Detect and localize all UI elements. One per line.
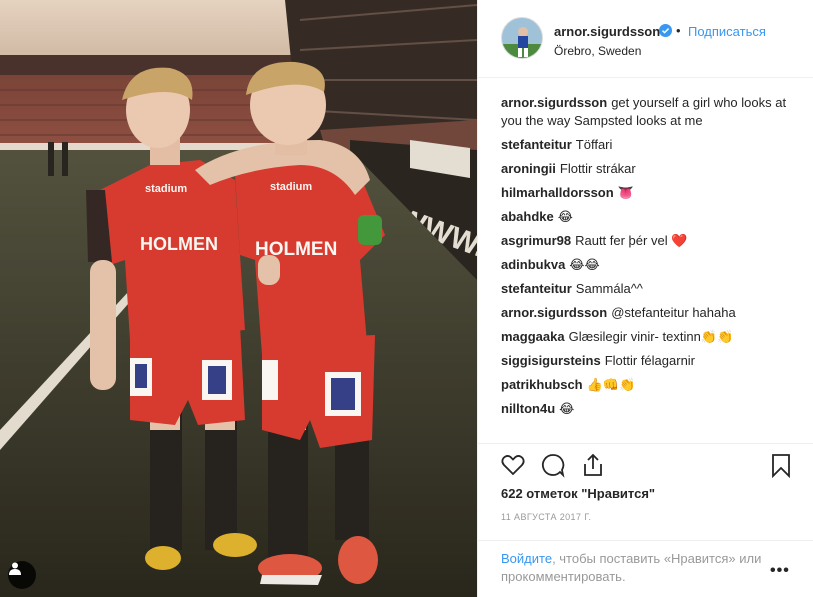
comment-username[interactable]: adinbukva	[501, 257, 565, 272]
comment-username[interactable]: hilmarhalldorsson	[501, 185, 614, 200]
login-prompt-text: Войдите, чтобы поставить «Нравится» или …	[501, 550, 771, 586]
comment-item: stefanteitur Sammála^^	[501, 280, 801, 298]
more-options-button[interactable]: •••	[770, 562, 790, 580]
comment-text: Flottir félagarnir	[604, 353, 696, 368]
user-icon	[9, 562, 21, 575]
bookmark-icon[interactable]	[768, 452, 794, 478]
verified-badge-icon	[659, 24, 672, 37]
comment-text: Flottir strákar	[559, 161, 636, 176]
likes-count[interactable]: 622 отметок "Нравится"	[501, 486, 655, 501]
post-photo[interactable]: WWW.LEDVE HOLMEN stadium	[0, 0, 477, 597]
comment-username[interactable]: aroningii	[501, 161, 556, 176]
comment-item: asgrimur98 Rautt fer þér vel ❤️	[501, 232, 801, 250]
avatar[interactable]	[501, 17, 543, 59]
comment-text: 😂	[559, 401, 575, 416]
comment-username[interactable]: stefanteitur	[501, 137, 572, 152]
comment-item: nillton4u 😂	[501, 400, 801, 418]
post-side-panel: arnor.sigurdsson • Подписаться Örebro, S…	[478, 0, 813, 597]
post-header: arnor.sigurdsson • Подписаться Örebro, S…	[478, 0, 813, 78]
comment-item: hilmarhalldorsson 👅	[501, 184, 801, 202]
share-icon[interactable]	[580, 452, 606, 478]
comment-item: siggisigursteins Flottir félagarnir	[501, 352, 801, 370]
login-link[interactable]: Войдите	[501, 551, 552, 566]
comment-item: maggaaka Glæsilegir vinir- textinn👏👏	[501, 328, 801, 346]
location-link[interactable]: Örebro, Sweden	[554, 44, 641, 58]
comment-item: stefanteitur Töffari	[501, 136, 801, 154]
comment-username[interactable]: siggisigursteins	[501, 353, 601, 368]
comment-item: aroningii Flottir strákar	[501, 160, 801, 178]
comment-text: 👅	[617, 185, 634, 200]
comment-item: patrikhubsch 👍👊👏	[501, 376, 801, 394]
comment-text: 😂😂	[569, 257, 600, 272]
comment-text: Sammála^^	[575, 281, 643, 296]
header-username[interactable]: arnor.sigurdsson	[554, 24, 660, 39]
comment-username[interactable]: patrikhubsch	[501, 377, 583, 392]
comment-text: @stefanteitur hahaha	[611, 305, 736, 320]
comment-username[interactable]: maggaaka	[501, 329, 565, 344]
tagged-users-button[interactable]	[8, 561, 36, 589]
post-date[interactable]: 11 АВГУСТА 2017 Г.	[501, 512, 591, 522]
comment-text: Glæsilegir vinir- textinn👏👏	[568, 329, 734, 344]
comment-username[interactable]: nillton4u	[501, 401, 555, 416]
avatar-image	[502, 18, 542, 58]
follow-button[interactable]: Подписаться	[688, 24, 766, 39]
comments-list: arnor.sigurdsson get yourself a girl who …	[501, 94, 801, 424]
comment-text: 👍👊👏	[586, 377, 636, 392]
comment-item: arnor.sigurdsson @stefanteitur hahaha	[501, 304, 801, 322]
comment-item: adinbukva 😂😂	[501, 256, 801, 274]
comment-icon[interactable]	[540, 452, 566, 478]
separator-dot: •	[676, 23, 681, 38]
comment-text: Rautt fer þér vel ❤️	[575, 233, 688, 248]
comment-item: abahdke 😂	[501, 208, 801, 226]
comment-text: Töffari	[575, 137, 613, 152]
comment-username[interactable]: arnor.sigurdsson	[501, 305, 607, 320]
comment-username[interactable]: abahdke	[501, 209, 554, 224]
heart-icon[interactable]	[500, 452, 526, 478]
comment-username[interactable]: asgrimur98	[501, 233, 571, 248]
comment-item: arnor.sigurdsson get yourself a girl who …	[501, 94, 801, 130]
comment-username[interactable]: stefanteitur	[501, 281, 572, 296]
comment-text: 😂	[557, 209, 573, 224]
login-prompt: Войдите, чтобы поставить «Нравится» или …	[478, 540, 813, 597]
photo-illustration: WWW.LEDVE HOLMEN stadium	[0, 0, 477, 597]
comment-username[interactable]: arnor.sigurdsson	[501, 95, 607, 110]
